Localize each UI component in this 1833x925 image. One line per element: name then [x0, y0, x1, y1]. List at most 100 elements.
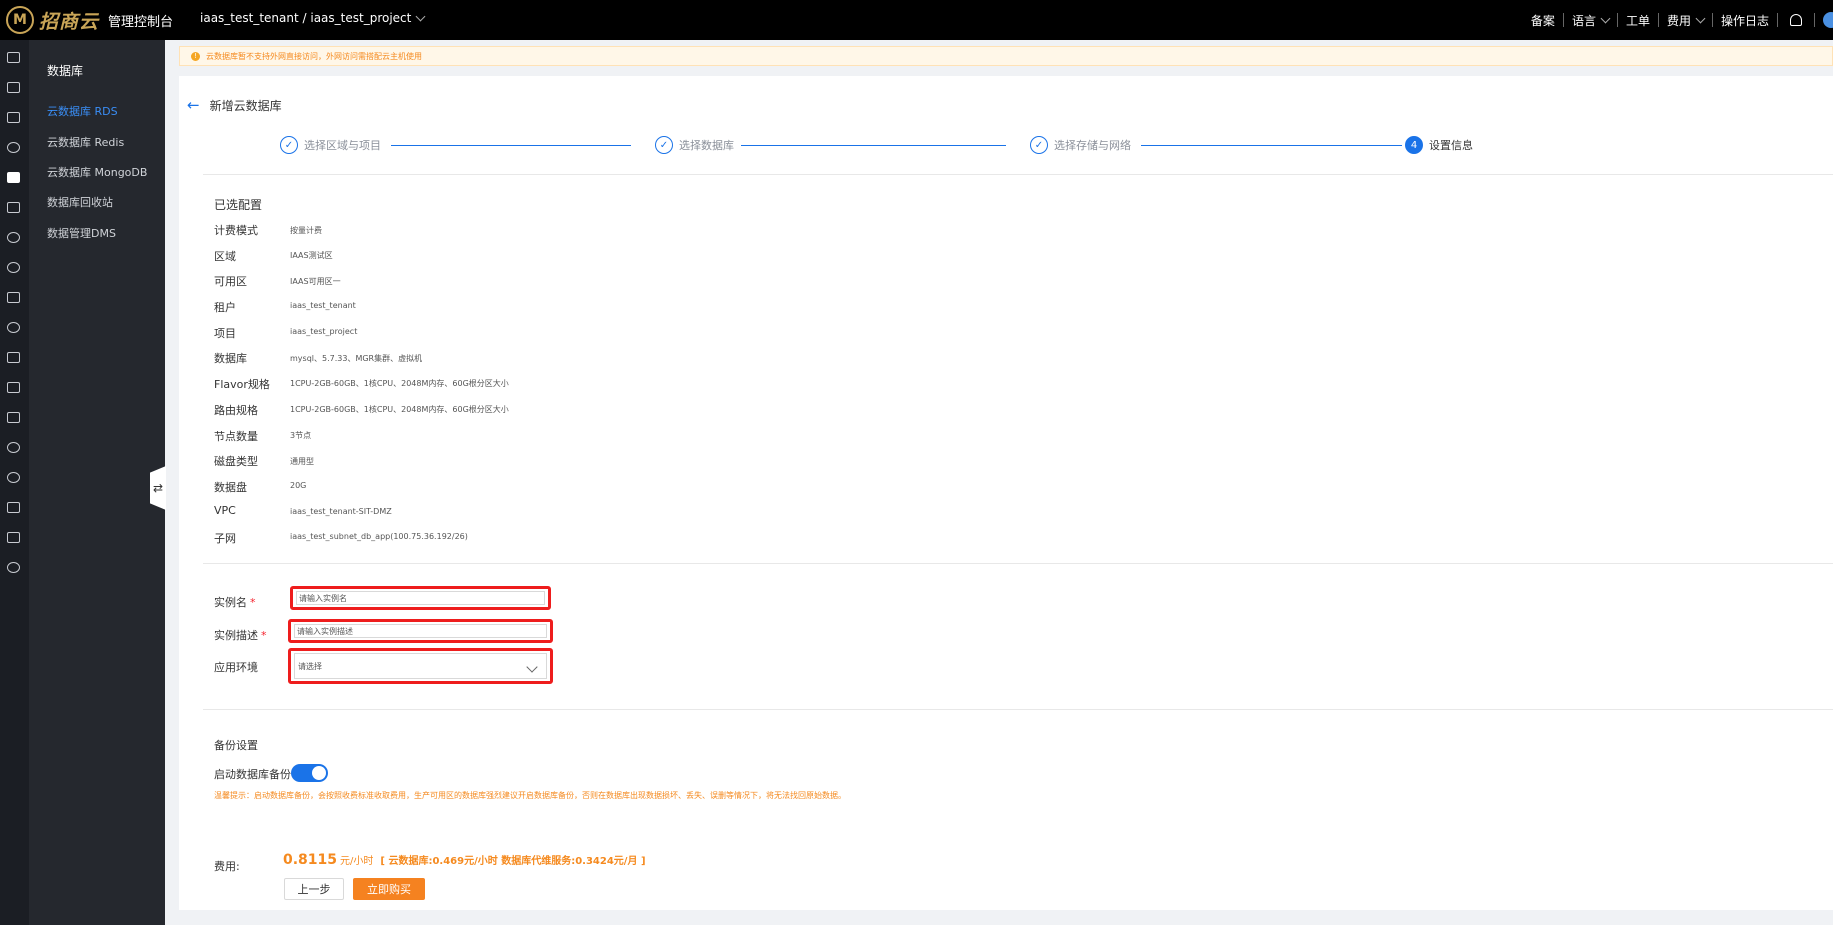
backup-toggle[interactable] [291, 764, 328, 782]
ticket-label: 工单 [1625, 13, 1650, 28]
config-label: 磁盘类型 [214, 455, 258, 468]
cloud-upload-icon[interactable] [7, 262, 20, 273]
beian-link[interactable]: 备案 [1523, 12, 1563, 29]
check-icon: ✓ [280, 136, 298, 154]
instance-name-label-text: 实例名 [214, 596, 247, 609]
database-subnav: 数据库 云数据库 RDS 云数据库 Redis 云数据库 MongoDB 数据库… [29, 40, 165, 925]
subnav-item-rds[interactable]: 云数据库 RDS [47, 103, 118, 119]
bell-icon[interactable] [1790, 14, 1802, 26]
config-value: iaas_test_tenant-SIT-DMZ [290, 507, 392, 516]
step-2-label: 选择数据库 [679, 139, 734, 152]
cloud-icon[interactable] [7, 232, 20, 243]
create-db-panel: ← 新增云数据库 ✓ 选择区域与项目 ✓ 选择数据库 ✓ 选择存储与网络 4 设… [179, 76, 1833, 836]
cloud-server-icon[interactable] [7, 82, 20, 93]
page-title: 新增云数据库 [209, 98, 282, 113]
chevron-down-icon [415, 11, 426, 21]
main-content: ! 云数据库暂不支持外网直接访问，外网访问需搭配云主机使用 ← 新增云数据库 ✓… [165, 40, 1833, 925]
required-mark: * [261, 629, 267, 642]
project-selector-label: iaas_test_tenant / iaas_test_project [200, 11, 412, 25]
fee-panel: 费用: 0.8115 元/小时 [ 云数据库:0.469元/小时 数据库代维服务… [179, 832, 1833, 910]
config-value: 3节点 [290, 431, 312, 440]
config-label: VPC [214, 504, 236, 517]
product-icon-bar [0, 40, 29, 925]
config-value: 1CPU-2GB-60GB、1核CPU、2048M内存、60G根分区大小 [290, 379, 509, 388]
chevron-down-icon [1600, 13, 1611, 23]
info-icon: ! [191, 51, 200, 61]
project-selector[interactable]: iaas_test_tenant / iaas_test_project [200, 11, 426, 25]
subnav-item-redis[interactable]: 云数据库 Redis [47, 134, 124, 150]
step-connector [1141, 145, 1402, 146]
network-icon[interactable] [7, 142, 20, 153]
config-label: 子网 [214, 532, 236, 545]
billing-dropdown[interactable]: 费用 [1659, 12, 1712, 29]
brand-logo[interactable]: M 招商云 [6, 6, 99, 34]
top-right-menu: 备案 语言 工单 费用 操作日志 [1523, 0, 1833, 40]
list-icon[interactable] [7, 532, 20, 543]
language-dropdown[interactable]: 语言 [1564, 12, 1617, 29]
step-connector [741, 145, 1006, 146]
operation-log-link[interactable]: 操作日志 [1713, 12, 1777, 29]
ticket-link[interactable]: 工单 [1618, 12, 1658, 29]
console-title[interactable]: 管理控制台 [108, 11, 173, 30]
instance-desc-field [288, 619, 553, 643]
page-header: ← 新增云数据库 [187, 96, 282, 114]
step-1-label: 选择区域与项目 [304, 139, 381, 152]
subnav-item-recycle-bin[interactable]: 数据库回收站 [47, 194, 113, 210]
config-label: 数据库 [214, 352, 247, 365]
chevron-down-icon [526, 661, 538, 673]
config-value: 1CPU-2GB-60GB、1核CPU、2048M内存、60G根分区大小 [290, 405, 509, 414]
layers-icon[interactable] [7, 202, 20, 213]
back-arrow-icon[interactable]: ← [187, 96, 200, 114]
stack-icon[interactable] [7, 382, 20, 393]
settings-icon[interactable] [7, 472, 20, 483]
tree-icon[interactable] [7, 442, 20, 453]
collapse-sidebar-toggle[interactable]: ⇄ [150, 466, 166, 510]
fee-row: 0.8115 元/小时 [ 云数据库:0.469元/小时 数据库代维服务:0.3… [283, 852, 646, 868]
config-value: 通用型 [290, 457, 314, 466]
shield-icon[interactable] [7, 292, 20, 303]
step-1: ✓ 选择区域与项目 [280, 136, 381, 154]
fee-amount: 0.8115 [283, 852, 338, 868]
app-env-field: 请选择 [288, 648, 553, 684]
database-icon[interactable] [7, 172, 20, 183]
backup-warning: 温馨提示：启动数据库备份，会按照收费标准收取费用，生产可用区的数据库强烈建议开启… [214, 791, 846, 800]
step-3: ✓ 选择存储与网络 [1030, 136, 1131, 154]
cloud-outline-icon[interactable] [7, 562, 20, 573]
config-label: 计费模式 [214, 224, 258, 237]
fee-detail: [ 云数据库:0.469元/小时 数据库代维服务:0.3424元/月 ] [380, 856, 646, 867]
config-value: iaas_test_subnet_db_app(100.75.36.192/26… [290, 532, 468, 541]
billing-label: 费用 [1666, 13, 1691, 28]
config-value: iaas_test_project [290, 327, 358, 336]
dashboard-icon[interactable] [7, 52, 20, 63]
logo-mark-icon: M [6, 6, 34, 34]
avatar[interactable] [1823, 12, 1833, 28]
instance-desc-label-text: 实例描述 [214, 629, 258, 642]
app-env-placeholder: 请选择 [298, 661, 322, 671]
prev-step-button[interactable]: 上一步 [284, 878, 344, 900]
instance-name-input[interactable] [296, 591, 545, 605]
config-value: IAAS测试区 [290, 251, 333, 260]
media-icon[interactable] [7, 502, 20, 513]
buy-now-button[interactable]: 立即购买 [353, 878, 425, 900]
step-4-label: 设置信息 [1429, 139, 1473, 152]
cloud-sync-icon[interactable] [7, 322, 20, 333]
instance-desc-input[interactable] [294, 624, 547, 638]
config-value: iaas_test_tenant [290, 301, 356, 310]
top-navbar: M 招商云 管理控制台 iaas_test_tenant / iaas_test… [0, 0, 1833, 40]
beian-label: 备案 [1530, 13, 1555, 28]
monitor-icon[interactable] [7, 352, 20, 363]
divider [203, 709, 1833, 710]
fee-unit: 元/小时 [340, 856, 374, 867]
config-value: mysql、5.7.33、MGR集群、虚拟机 [290, 354, 423, 363]
config-section-title: 已选配置 [214, 198, 263, 212]
divider [203, 563, 1833, 564]
config-label: Flavor规格 [214, 378, 270, 391]
config-label: 项目 [214, 327, 236, 340]
storage-icon[interactable] [7, 112, 20, 123]
subnav-item-dms[interactable]: 数据管理DMS [47, 225, 116, 241]
step-4: 4 设置信息 [1405, 136, 1473, 154]
subnav-item-mongodb[interactable]: 云数据库 MongoDB [47, 164, 147, 180]
container-icon[interactable] [7, 412, 20, 423]
app-env-select[interactable]: 请选择 [294, 653, 547, 679]
step-2: ✓ 选择数据库 [655, 136, 734, 154]
